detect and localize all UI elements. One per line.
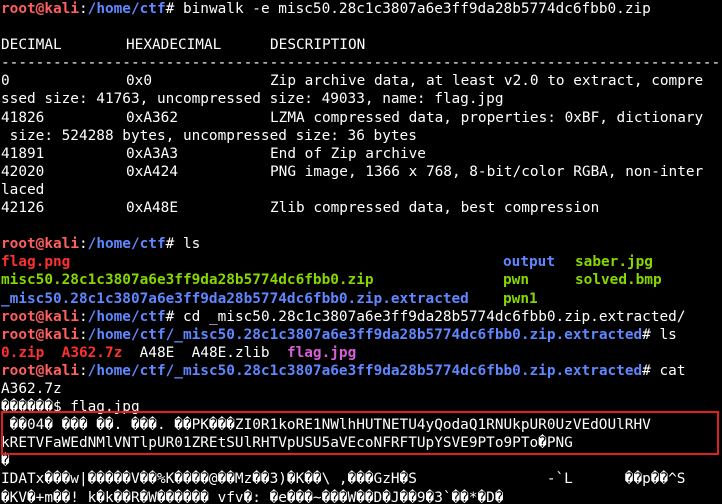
- prompt-path: /home/ctf: [87, 236, 166, 253]
- ls-entry-pwn[interactable]: pwn: [503, 271, 575, 289]
- prompt-host: kali: [44, 308, 79, 325]
- cat-output-line: ��04� ��� ��. ���. ��PK���ZI0R1koRE1NWlh…: [1, 417, 651, 434]
- ls-entry-pwn1[interactable]: pwn1: [503, 290, 575, 308]
- row-hex: 0xA424: [126, 163, 178, 180]
- prompt-colon: :: [78, 326, 88, 343]
- binwalk-row-cont: laced: [1, 181, 45, 198]
- command-text: cd _misc50.28c1c3807a6e3ff9da28b5774dc6f…: [174, 308, 686, 325]
- row-hex: 0xA3A3: [126, 145, 178, 162]
- prompt-colon: :: [78, 362, 88, 379]
- row-description: End of Zip archive: [270, 145, 426, 162]
- header-decimal: DECIMAL: [1, 37, 62, 54]
- row-decimal: 41826: [1, 109, 45, 126]
- binwalk-header: DECIMAL HEXADECIMAL DESCRIPTION: [1, 36, 722, 54]
- prompt-user: root: [1, 1, 36, 17]
- command-cont: A362.7z: [1, 380, 62, 397]
- ls-entry-0-zip[interactable]: 0.zip: [1, 345, 44, 361]
- binwalk-row: 41891 0xA3A3 End of Zip archive: [1, 145, 722, 163]
- terminal-window[interactable]: root@kali:/home/ctf# binwalk -e misc50.2…: [0, 0, 722, 504]
- prompt-host: kali: [44, 236, 79, 253]
- ls-entry-extracted-dir[interactable]: _misc50.28c1c3807a6e3ff9da28b5774dc6fbb0…: [1, 290, 503, 308]
- prompt-colon: :: [78, 308, 88, 325]
- prompt-symbol: #: [165, 308, 175, 325]
- prompt-path: /home/ctf: [87, 308, 166, 325]
- prompt-line-1: root@kali:/home/ctf# binwalk -e misc50.2…: [1, 0, 722, 18]
- prompt-user: root: [1, 362, 36, 379]
- prompt-colon: :: [78, 236, 88, 253]
- ls-entry-a48e[interactable]: A48E: [140, 345, 175, 361]
- prompt-symbol: #: [642, 326, 651, 343]
- cat-output-line: �KV�+m��! k�k��R�W������ vfv�: �e���~���…: [1, 489, 504, 504]
- row-hex: 0xA362: [126, 109, 178, 126]
- cat-output-line: ������$ flag.jpg: [1, 399, 140, 416]
- prompt-user: root: [1, 236, 36, 253]
- ls-entry-a362-7z[interactable]: A362.7z: [62, 345, 123, 361]
- prompt-user: root: [1, 326, 36, 343]
- ls-entry-solved-bmp[interactable]: solved.bmp: [575, 271, 722, 289]
- header-description: DESCRIPTION: [270, 37, 366, 54]
- prompt-path: /home/ctf/_misc50.28c1c3807a6e3ff9da28b5…: [87, 326, 643, 343]
- prompt-line-2: root@kali:/home/ctf# ls: [1, 235, 722, 253]
- prompt-path: /home/ctf: [87, 1, 166, 17]
- ls-entry-misc50-zip[interactable]: misc50.28c1c3807a6e3ff9da28b5774dc6fbb0.…: [1, 271, 503, 289]
- row-decimal: 41891: [1, 145, 45, 162]
- ls-entry-saber-jpg[interactable]: saber.jpg: [575, 253, 722, 271]
- command-text: ls: [174, 236, 201, 253]
- row-decimal: 42126: [1, 200, 45, 217]
- ls-row: _misc50.28c1c3807a6e3ff9da28b5774dc6fbb0…: [1, 290, 722, 308]
- prompt-symbol: #: [642, 362, 651, 379]
- ls-entry-flag-jpg[interactable]: flag.jpg: [287, 345, 356, 361]
- ls-entry-a48e-zlib[interactable]: A48E.zlib: [192, 345, 270, 361]
- prompt-colon: :: [78, 1, 88, 17]
- prompt-host: kali: [44, 362, 79, 379]
- row-description: PNG image, 1366 x 768, 8-bit/color RGBA,…: [270, 163, 704, 180]
- prompt-line-5: root@kali:/home/ctf/_misc50.28c1c3807a6e…: [1, 362, 722, 380]
- command-text: ls: [650, 326, 677, 343]
- row-hex: 0x0: [126, 73, 152, 90]
- command-text: cat: [650, 362, 686, 379]
- ls2-row: 0.zip A362.7z A48E A48E.zlib flag.jpg: [1, 344, 722, 362]
- ls-entry-flag-png[interactable]: flag.png: [1, 253, 503, 271]
- ls-row: misc50.28c1c3807a6e3ff9da28b5774dc6fbb0.…: [1, 271, 722, 289]
- prompt-line-4: root@kali:/home/ctf/_misc50.28c1c3807a6e…: [1, 326, 722, 344]
- row-hex: 0xA48E: [126, 200, 178, 217]
- binwalk-row-cont: size: 524288 bytes, uncompressed size: 3…: [1, 127, 417, 144]
- separator-line: ----------------------------------------…: [1, 55, 722, 72]
- row-description: LZMA compressed data, properties: 0xBF, …: [270, 109, 704, 126]
- prompt-path: /home/ctf/_misc50.28c1c3807a6e3ff9da28b5…: [87, 362, 643, 379]
- prompt-host: kali: [44, 1, 79, 17]
- ls-entry-empty: [575, 290, 722, 308]
- prompt-symbol: #: [165, 236, 175, 253]
- prompt-line-3: root@kali:/home/ctf# cd _misc50.28c1c380…: [1, 308, 722, 326]
- prompt-user: root: [1, 308, 36, 325]
- row-decimal: 42020: [1, 163, 45, 180]
- cat-output-line: kRETVFaWEdNMlVNTlpUR01ZREtSUlRHTVpUSU5aV…: [1, 435, 573, 452]
- row-description: Zip archive data, at least v2.0 to extra…: [270, 73, 704, 90]
- prompt-symbol: #: [165, 1, 175, 17]
- row-decimal: 0: [1, 73, 10, 90]
- cat-output-line: �: [1, 453, 10, 470]
- ls-row: flag.png output saber.jpg: [1, 253, 722, 271]
- cat-output-line: IDATx���w|�����V��%K����@��Mz��3)�K��\ ,…: [1, 471, 686, 488]
- ls-entry-output[interactable]: output: [503, 253, 575, 271]
- binwalk-row-cont: ssed size: 41763, uncompressed size: 490…: [1, 91, 504, 108]
- row-description: Zlib compressed data, best compression: [270, 200, 600, 217]
- binwalk-row: 0 0x0 Zip archive data, at least v2.0 to e…: [1, 72, 722, 90]
- binwalk-row: 42020 0xA424 PNG image, 1366 x 768, 8-bit/…: [1, 163, 722, 181]
- binwalk-row: 41826 0xA362 LZMA compressed data, propert…: [1, 109, 722, 127]
- prompt-host: kali: [44, 326, 79, 343]
- command-text: binwalk -e misc50.28c1c3807a6e3ff9da28b5…: [174, 1, 651, 17]
- header-hexadecimal: HEXADECIMAL: [126, 37, 222, 54]
- binwalk-row: 42126 0xA48E Zlib compressed data, best co…: [1, 199, 722, 217]
